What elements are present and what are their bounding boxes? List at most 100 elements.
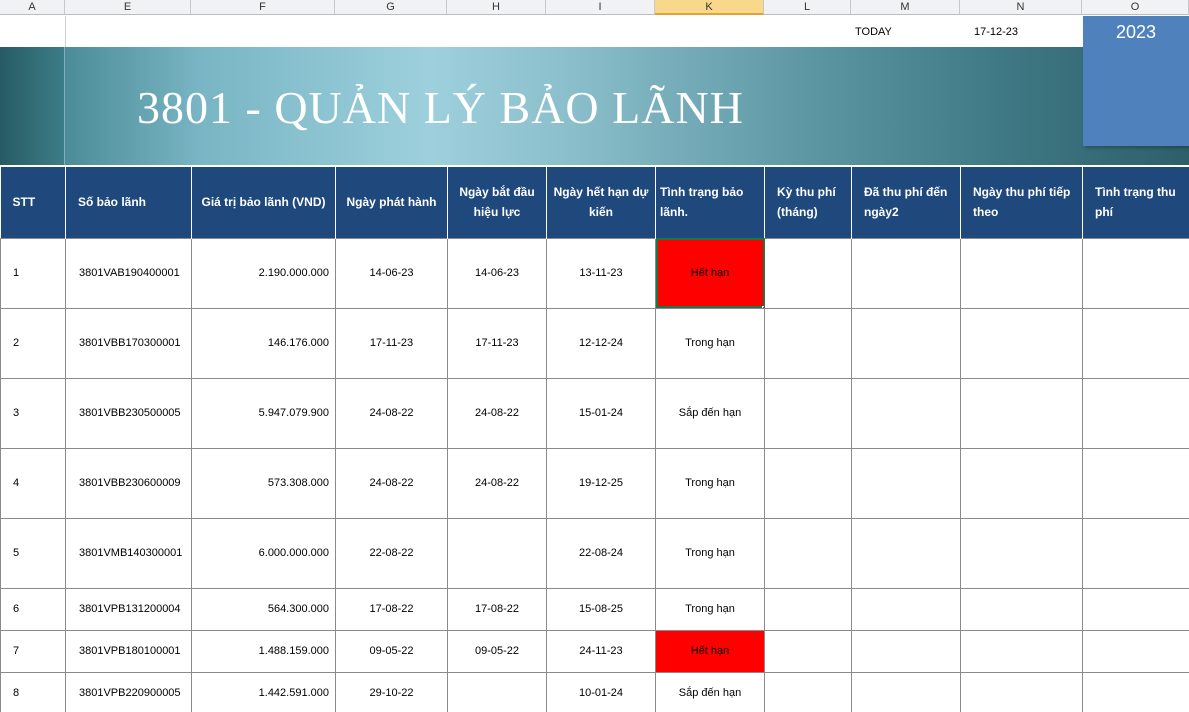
- header-tinh-trang-bao-lanh[interactable]: Tình trạng bảo lãnh.: [655, 167, 765, 238]
- cell-so-bao-lanh[interactable]: 3801VPB220900005: [65, 671, 192, 712]
- fill-handle[interactable]: [762, 305, 764, 307]
- cell-gia-tri[interactable]: 1.488.159.000: [191, 629, 336, 673]
- cell-ngay-het-han[interactable]: 22-08-24: [546, 517, 656, 589]
- column-header-A[interactable]: A: [0, 0, 65, 15]
- cell-so-bao-lanh[interactable]: 3801VBB230500005: [65, 377, 192, 449]
- cell-tinh-trang[interactable]: Trong hạn: [655, 307, 765, 379]
- column-header-H[interactable]: H: [447, 0, 546, 15]
- cell-da-thu-phi[interactable]: [851, 517, 961, 589]
- column-header-K[interactable]: K: [655, 0, 764, 15]
- cell-ngay-het-han[interactable]: 15-01-24: [546, 377, 656, 449]
- cell-ngay-phat-hanh[interactable]: 17-08-22: [335, 587, 448, 631]
- cell-da-thu-phi[interactable]: [851, 629, 961, 673]
- cell-ky-thu-phi[interactable]: [764, 671, 852, 712]
- header-ngay-het-han[interactable]: Ngày hết hạn dự kiến: [546, 167, 656, 238]
- cell-tinh-trang-selected[interactable]: Hết hạn: [655, 237, 765, 309]
- cell-tinh-trang[interactable]: Sắp đến hạn: [655, 377, 765, 449]
- column-header-L[interactable]: L: [764, 0, 851, 15]
- cell-gia-tri[interactable]: 1.442.591.000: [191, 671, 336, 712]
- cell-ngay-thu-phi[interactable]: [960, 307, 1083, 379]
- cell-so-bao-lanh[interactable]: 3801VAB190400001: [65, 237, 192, 309]
- cell-ngay-bat-dau[interactable]: [447, 671, 547, 712]
- column-header-N[interactable]: N: [960, 0, 1082, 15]
- cell-gia-tri[interactable]: 564.300.000: [191, 587, 336, 631]
- cell-ky-thu-phi[interactable]: [764, 377, 852, 449]
- cell-stt[interactable]: 2: [0, 307, 66, 379]
- cell-so-bao-lanh[interactable]: 3801VBB170300001: [65, 307, 192, 379]
- cell-da-thu-phi[interactable]: [851, 447, 961, 519]
- header-gia-tri[interactable]: Giá trị bảo lãnh (VND): [191, 167, 336, 238]
- cell-da-thu-phi[interactable]: [851, 671, 961, 712]
- cell-tinh-trang-thu-phi[interactable]: [1082, 307, 1189, 379]
- cell-ngay-thu-phi[interactable]: [960, 629, 1083, 673]
- cell-ngay-bat-dau[interactable]: 09-05-22: [447, 629, 547, 673]
- cell-ky-thu-phi[interactable]: [764, 629, 852, 673]
- cell-tinh-trang-thu-phi[interactable]: [1082, 447, 1189, 519]
- cell-stt[interactable]: 8: [0, 671, 66, 712]
- header-stt[interactable]: STT: [0, 167, 66, 238]
- column-header-M[interactable]: M: [851, 0, 960, 15]
- cell-ngay-bat-dau[interactable]: 14-06-23: [447, 237, 547, 309]
- cell-ngay-het-han[interactable]: 24-11-23: [546, 629, 656, 673]
- cell-ngay-bat-dau[interactable]: 24-08-22: [447, 447, 547, 519]
- cell-ky-thu-phi[interactable]: [764, 307, 852, 379]
- cell-ky-thu-phi[interactable]: [764, 447, 852, 519]
- cell-tinh-trang[interactable]: Trong hạn: [655, 447, 765, 519]
- today-label[interactable]: TODAY: [855, 26, 892, 38]
- cell-ngay-phat-hanh[interactable]: 24-08-22: [335, 447, 448, 519]
- cell-stt[interactable]: 3: [0, 377, 66, 449]
- cell-stt[interactable]: 1: [0, 237, 66, 309]
- cell-ngay-phat-hanh[interactable]: 14-06-23: [335, 237, 448, 309]
- cell-ngay-het-han[interactable]: 15-08-25: [546, 587, 656, 631]
- cell-ky-thu-phi[interactable]: [764, 587, 852, 631]
- cell-ky-thu-phi[interactable]: [764, 517, 852, 589]
- cell-tinh-trang-thu-phi[interactable]: [1082, 517, 1189, 589]
- cell-ky-thu-phi[interactable]: [764, 237, 852, 309]
- header-da-thu-phi[interactable]: Đã thu phí đến ngày2: [851, 167, 961, 238]
- cell-gia-tri[interactable]: 146.176.000: [191, 307, 336, 379]
- cell-ngay-thu-phi[interactable]: [960, 377, 1083, 449]
- cell-so-bao-lanh[interactable]: 3801VPB180100001: [65, 629, 192, 673]
- cell-da-thu-phi[interactable]: [851, 587, 961, 631]
- cell-so-bao-lanh[interactable]: 3801VMB140300001: [65, 517, 192, 589]
- header-ky-thu-phi[interactable]: Kỳ thu phí (tháng): [764, 167, 852, 238]
- cell-ngay-phat-hanh[interactable]: 29-10-22: [335, 671, 448, 712]
- cell-ngay-het-han[interactable]: 19-12-25: [546, 447, 656, 519]
- cell-ngay-bat-dau[interactable]: 17-08-22: [447, 587, 547, 631]
- cell-gia-tri[interactable]: 573.308.000: [191, 447, 336, 519]
- cell-stt[interactable]: 6: [0, 587, 66, 631]
- cell-tinh-trang-thu-phi[interactable]: [1082, 671, 1189, 712]
- cell-stt[interactable]: 5: [0, 517, 66, 589]
- cell-tinh-trang[interactable]: Hết hạn: [655, 629, 765, 673]
- banner-left-cell[interactable]: [0, 47, 65, 165]
- cell-ngay-phat-hanh[interactable]: 22-08-22: [335, 517, 448, 589]
- column-header-I[interactable]: I: [546, 0, 655, 15]
- header-tinh-trang-thu-phi[interactable]: Tình trạng thu phí: [1082, 167, 1189, 238]
- cell-gia-tri[interactable]: 5.947.079.900: [191, 377, 336, 449]
- header-ngay-thu-phi[interactable]: Ngày thu phí tiếp theo: [960, 167, 1083, 238]
- cell-tinh-trang-thu-phi[interactable]: [1082, 629, 1189, 673]
- cell-ngay-bat-dau[interactable]: 24-08-22: [447, 377, 547, 449]
- page-title[interactable]: 3801 - QUẢN LÝ BẢO LÃNH: [137, 81, 744, 134]
- cell-tinh-trang[interactable]: Sắp đến hạn: [655, 671, 765, 712]
- cell-ngay-het-han[interactable]: 13-11-23: [546, 237, 656, 309]
- column-header-G[interactable]: G: [335, 0, 447, 15]
- column-header-F[interactable]: F: [191, 0, 335, 15]
- cell-da-thu-phi[interactable]: [851, 307, 961, 379]
- cell-ngay-het-han[interactable]: 12-12-24: [546, 307, 656, 379]
- cell-tinh-trang-thu-phi[interactable]: [1082, 587, 1189, 631]
- column-header-O[interactable]: O: [1082, 0, 1189, 15]
- column-header-E[interactable]: E: [65, 0, 191, 15]
- cell-stt[interactable]: 7: [0, 629, 66, 673]
- cell-ngay-thu-phi[interactable]: [960, 587, 1083, 631]
- cell-gia-tri[interactable]: 6.000.000.000: [191, 517, 336, 589]
- cell-ngay-bat-dau[interactable]: [447, 517, 547, 589]
- cell-gia-tri[interactable]: 2.190.000.000: [191, 237, 336, 309]
- cell-da-thu-phi[interactable]: [851, 377, 961, 449]
- cell-so-bao-lanh[interactable]: 3801VBB230600009: [65, 447, 192, 519]
- cell-ngay-thu-phi[interactable]: [960, 517, 1083, 589]
- cell-tinh-trang-thu-phi[interactable]: [1082, 377, 1189, 449]
- cell-ngay-bat-dau[interactable]: 17-11-23: [447, 307, 547, 379]
- cell-tinh-trang[interactable]: Trong hạn: [655, 587, 765, 631]
- cell-stt[interactable]: 4: [0, 447, 66, 519]
